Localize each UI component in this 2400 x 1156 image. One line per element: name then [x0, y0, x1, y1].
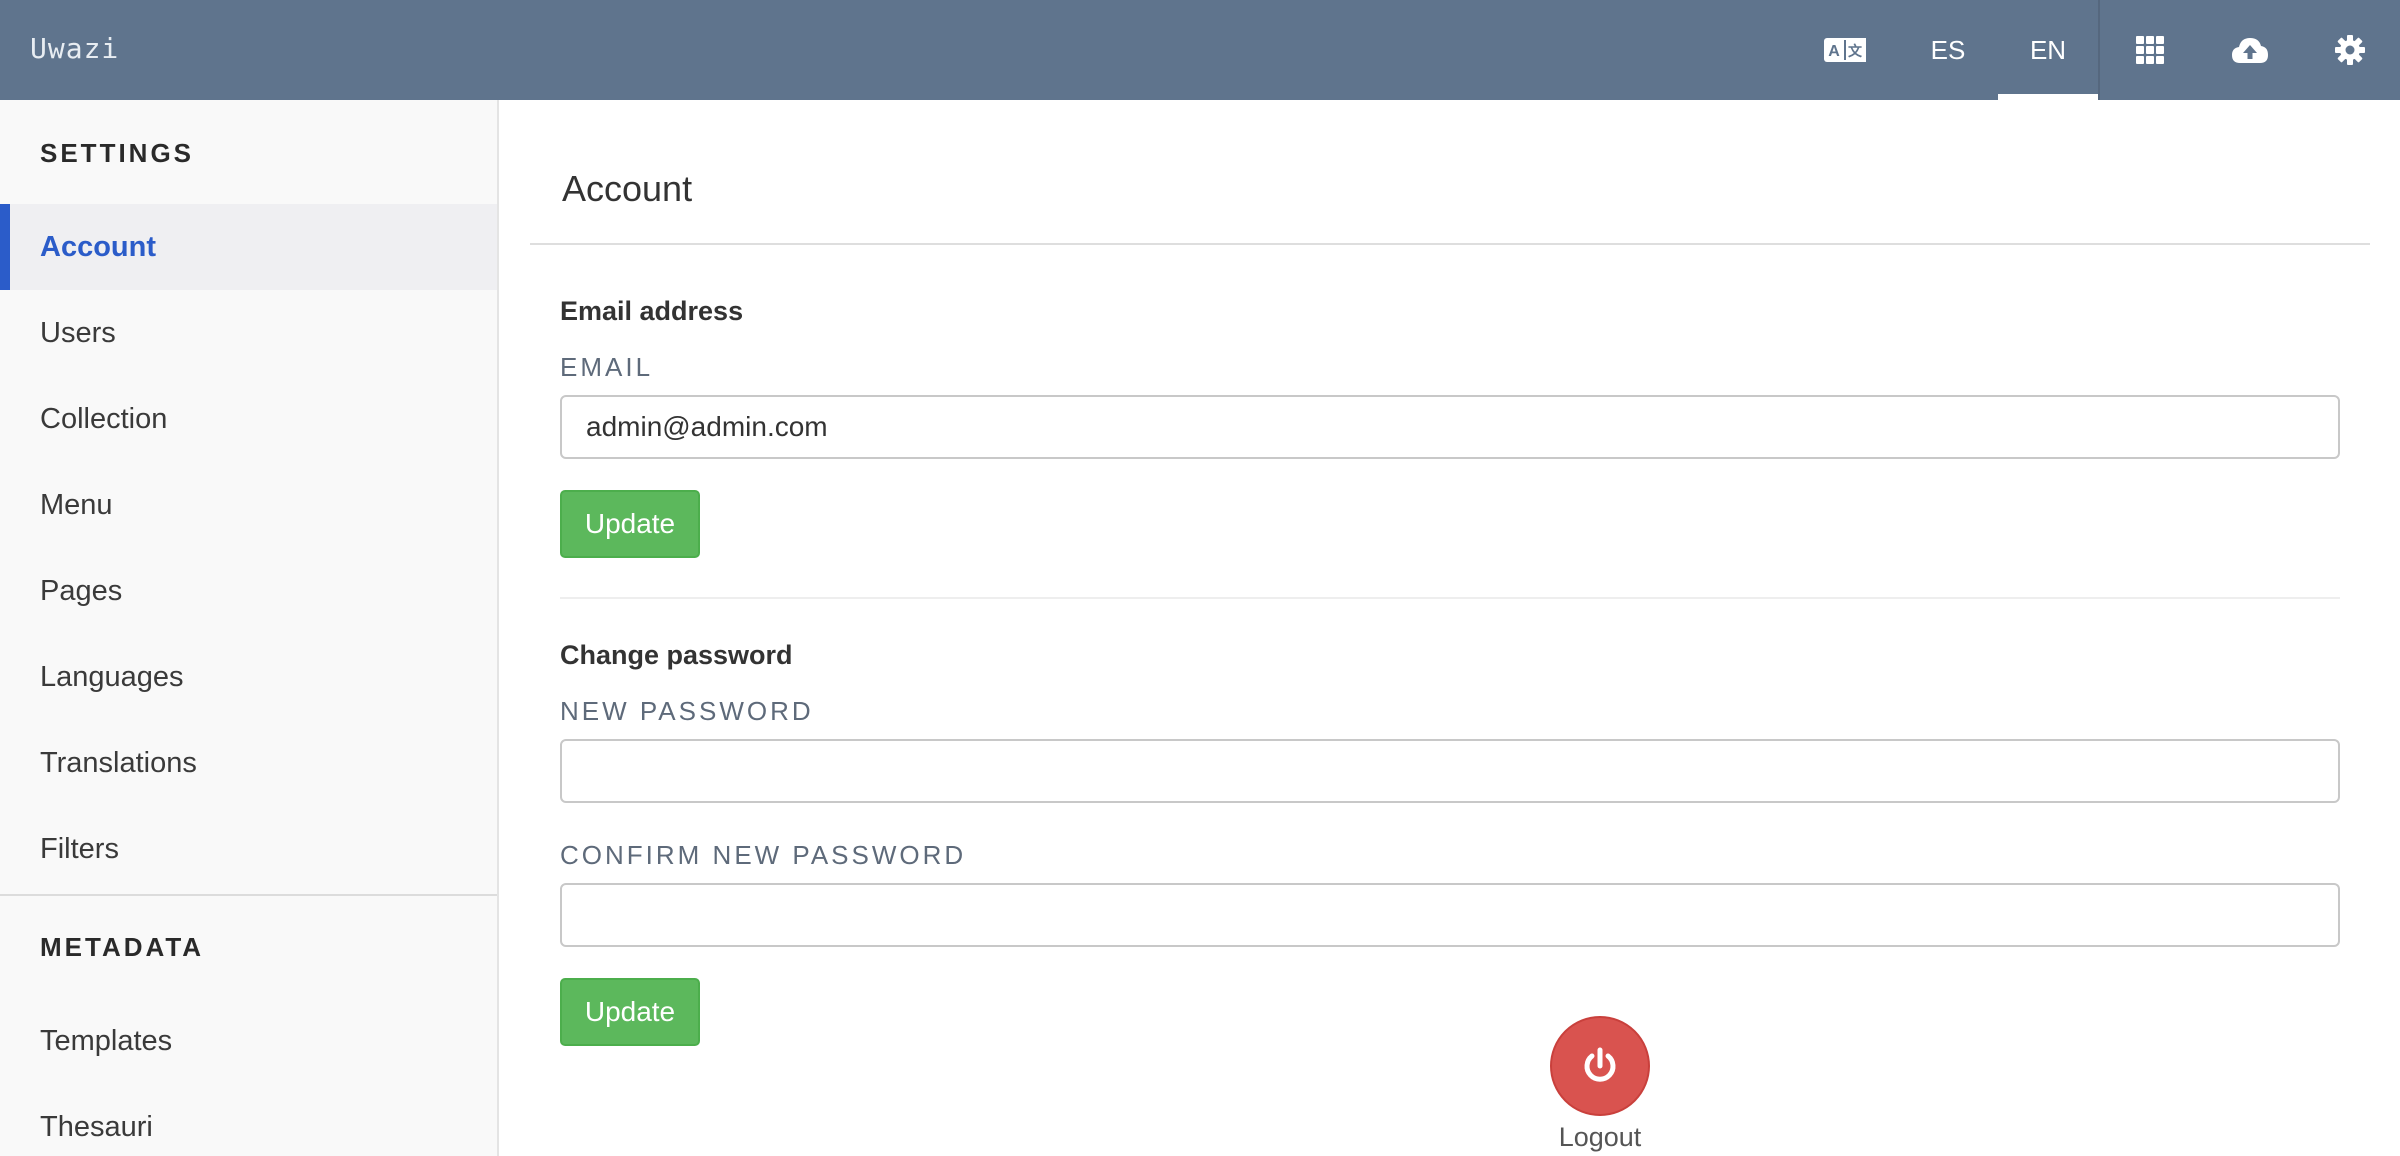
settings-sidebar: SETTINGS Account Users Collection Menu P…	[0, 100, 499, 1156]
app-logo[interactable]: Uwazi	[30, 32, 119, 65]
grid-icon	[2136, 36, 2164, 64]
translate-button[interactable]: A 文	[1812, 0, 1878, 100]
new-password-field[interactable]	[560, 739, 2340, 803]
page-title: Account	[562, 168, 693, 209]
sidebar-item-collection[interactable]: Collection	[0, 376, 497, 462]
email-label: EMAIL	[560, 352, 654, 382]
confirm-password-field[interactable]	[560, 883, 2340, 947]
metadata-heading: METADATA	[40, 932, 205, 962]
top-navbar: Uwazi A 文 ES EN	[0, 0, 2400, 100]
email-section-title: Email address	[560, 296, 744, 326]
svg-text:A: A	[1828, 43, 1840, 60]
update-password-button[interactable]: Update	[560, 978, 700, 1046]
language-es[interactable]: ES	[1898, 0, 1998, 100]
sidebar-divider	[0, 894, 497, 896]
cloud-upload-icon	[2232, 38, 2268, 63]
title-divider	[530, 243, 2370, 245]
logout-label[interactable]: Logout	[1500, 1122, 1700, 1153]
library-button[interactable]	[2100, 0, 2200, 100]
sidebar-item-languages[interactable]: Languages	[0, 634, 497, 720]
confirm-password-label: CONFIRM NEW PASSWORD	[560, 840, 967, 870]
gear-icon	[2335, 35, 2365, 65]
settings-button[interactable]	[2300, 0, 2400, 100]
settings-heading: SETTINGS	[40, 138, 195, 168]
language-en[interactable]: EN	[1998, 0, 2098, 100]
power-icon	[1584, 1047, 1616, 1082]
translate-icon: A 文	[1824, 38, 1866, 62]
sidebar-item-filters[interactable]: Filters	[0, 806, 497, 892]
upload-button[interactable]	[2200, 0, 2300, 100]
new-password-label: NEW PASSWORD	[560, 696, 814, 726]
section-divider	[560, 597, 2340, 599]
password-section-title: Change password	[560, 640, 793, 670]
update-email-button[interactable]: Update	[560, 490, 700, 558]
sidebar-item-thesauri[interactable]: Thesauri	[0, 1084, 497, 1156]
sidebar-item-pages[interactable]: Pages	[0, 548, 497, 634]
sidebar-item-translations[interactable]: Translations	[0, 720, 497, 806]
logout-button[interactable]	[1550, 1016, 1650, 1116]
sidebar-item-templates[interactable]: Templates	[0, 998, 497, 1084]
email-field[interactable]	[560, 395, 2340, 459]
svg-text:文: 文	[1848, 43, 1863, 60]
sidebar-item-account[interactable]: Account	[0, 204, 497, 290]
sidebar-item-users[interactable]: Users	[0, 290, 497, 376]
sidebar-item-menu[interactable]: Menu	[0, 462, 497, 548]
